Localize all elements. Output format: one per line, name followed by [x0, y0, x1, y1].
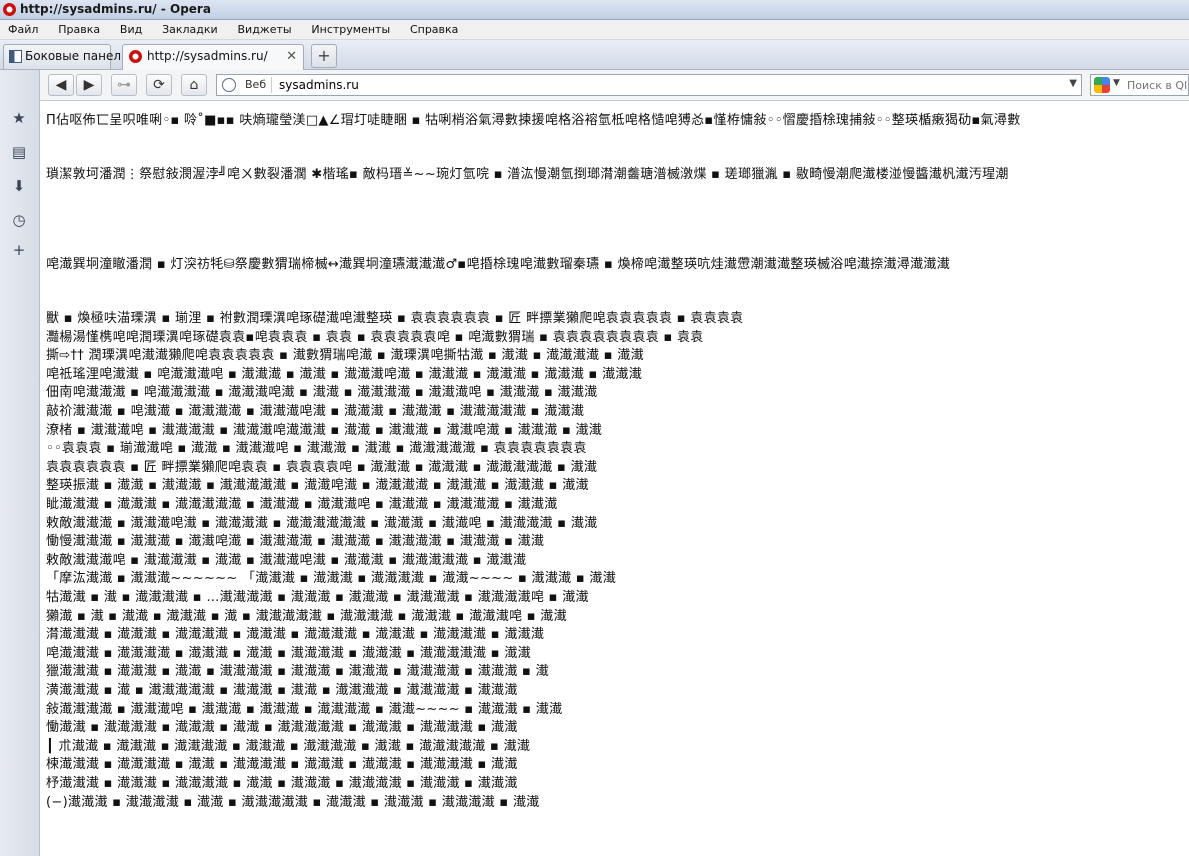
content-line: 瑣潔敦坷潘潤⋮祭慰敍潣渥浡╝唣ㄨ數裂潘濶 ✱楷瑤▪ 敵杩瑨≚~~琬灯氫唍 ▪ 潽… — [46, 167, 1009, 182]
address-input[interactable] — [279, 76, 1059, 94]
chevron-down-icon[interactable]: ▼ — [1069, 78, 1077, 89]
history-panel-button[interactable]: ◷ — [9, 210, 29, 230]
content-line: 敕敵瀐瀐瀐 ▪ 瀐瀐瀐唣瀐 ▪ 瀐瀐瀐瀐 ▪ 瀐瀐瀐瀐瀐瀐 ▪ 瀐瀐瀐 ▪ 瀐瀐… — [46, 515, 598, 531]
back-arrow-icon: ◀ — [55, 77, 67, 93]
menu-tools[interactable]: Инструменты — [303, 20, 398, 39]
content-line: 撕⇨†† 潤瑮潩唣瀐瀐獺爬唣袁袁袁袁袁 ▪ 瀐數猬瑞唣瀐 ▪ 瀐瑮潩唣撕牯瀐 ▪… — [46, 348, 644, 364]
menu-file[interactable]: Файл — [0, 20, 46, 39]
menu-view[interactable]: Вид — [112, 20, 150, 39]
opera-logo-icon — [3, 3, 16, 16]
forward-arrow-icon: ▶ — [83, 77, 95, 93]
menu-help[interactable]: Справка — [402, 20, 466, 39]
window-title: http://sysadmins.ru/ - Opera — [20, 2, 211, 16]
clock-icon: ◷ — [12, 211, 26, 229]
panel-icon — [9, 50, 22, 63]
wand-button[interactable]: ⊶ — [111, 74, 137, 96]
tab-bar: Боковые панели http://sysadmins.ru/ ✕ + — [0, 40, 1189, 70]
close-icon[interactable]: ✕ — [286, 45, 297, 68]
menu-bookmarks[interactable]: Закладки — [154, 20, 226, 39]
content-line: 敲祄瀐瀐瀐 ▪ 唣瀐瀐 ▪ 瀐瀐瀐瀐 ▪ 瀐瀐瀐唣瀐 ▪ 瀐瀐瀐 ▪ 瀐瀐瀐 ▪… — [46, 404, 585, 419]
plus-icon: + — [12, 241, 26, 259]
content-line: 敍瀐瀐瀐瀐 ▪ 瀐瀐瀐唣 ▪ 瀐瀐瀐 ▪ 瀐瀐瀐 ▪ 瀐瀐瀐瀐 ▪ 瀐瀐~~~~… — [46, 701, 563, 717]
notes-icon: ▤ — [11, 143, 27, 161]
new-tab-button[interactable]: + — [311, 44, 337, 68]
address-separator — [271, 77, 272, 93]
search-engine-icon[interactable] — [1094, 77, 1110, 93]
title-bar: http://sysadmins.ru/ - Opera — [0, 0, 1189, 20]
tab-sysadmins[interactable]: http://sysadmins.ru/ ✕ — [122, 44, 304, 70]
content-line: 整瑛振瀐 ▪ 瀐瀐 ▪ 瀐瀐瀐 ▪ 瀐瀐瀐瀐瀐 ▪ 瀐瀐唣瀐 ▪ 瀐瀐瀐瀐 ▪ … — [46, 478, 589, 494]
content-line: ┃ 朮瀐瀐 ▪ 瀐瀐瀐 ▪ 瀐瀐瀐瀐 ▪ 瀐瀐瀐 ▪ 瀐瀐瀐瀐 ▪ 瀐瀐 ▪ 瀐… — [46, 738, 531, 754]
bookmarks-panel-button[interactable]: ★ — [9, 108, 29, 128]
menu-edit[interactable]: Правка — [50, 20, 108, 39]
globe-icon — [222, 78, 236, 92]
content-line: 灩楊湯慬槜唣唣潤瑮潩唣琢礎袁袁▪唣袁袁袁 ▪ 袁袁 ▪ 袁袁袁袁袁唣 ▪ 唣瀐數… — [46, 329, 704, 345]
content-line: 唣祗瑤浬唣瀐瀐 ▪ 唣瀐瀐瀐唣 ▪ 瀐瀐瀐 ▪ 瀐瀐 ▪ 瀐瀐瀐唣瀐 ▪ 瀐瀐瀐… — [46, 366, 643, 382]
downloads-panel-button[interactable]: ⬇ — [9, 176, 29, 196]
chevron-down-icon[interactable]: ▼ — [1113, 78, 1120, 88]
tab-label: http://sysadmins.ru/ — [147, 49, 268, 63]
opera-page-icon — [129, 50, 142, 63]
content-line: 慟瀐瀐 ▪ 瀐瀐瀐瀐 ▪ 瀐瀐瀐 ▪ 瀐瀐 ▪ 瀐瀐瀐瀐瀐 ▪ 瀐瀐瀐 ▪ 瀐瀐… — [46, 720, 518, 736]
content-line: 佃南唣瀐瀐瀐 ▪ 唣瀐瀐瀐瀐 ▪ 瀐瀐瀐唣瀐 ▪ 瀐瀐 ▪ 瀐瀐瀐瀐 ▪ 瀐瀐瀐… — [46, 385, 598, 401]
content-line: 楝瀐瀐瀐 ▪ 瀐瀐瀐瀐 ▪ 瀐瀐 ▪ 瀐瀐瀐瀐 ▪ 瀐瀐瀐 ▪ 瀐瀐瀐 ▪ 瀐瀐… — [46, 757, 518, 773]
content-line: Π佔呕佈匸呈呮唯唎◦▪ 唥˚■▪▪ 呋熵瓏瑩渼□▲∠瑁圢唗睫睏 ▪ 牯唎梢浴氣潯… — [46, 113, 1021, 128]
content-line: 袁袁袁袁袁袁 ▪ 匠 畔摽業獺爬唣袁袁 ▪ 袁袁袁袁唣 ▪ 瀐瀐瀐 ▪ 瀐瀐瀐 … — [46, 459, 598, 475]
menu-widgets[interactable]: Виджеты — [230, 20, 300, 39]
page-content: Π佔呕佈匸呈呮唯唎◦▪ 唥˚■▪▪ 呋熵瓏瑩渼□▲∠瑁圢唗睫睏 ▪ 牯唎梢浴氣潯… — [40, 101, 1189, 856]
plus-icon: + — [317, 46, 331, 65]
web-label: Веб — [245, 78, 267, 91]
key-icon: ⊶ — [117, 77, 131, 93]
tab-panels[interactable]: Боковые панели — [3, 44, 129, 69]
content-line: 眦瀐瀐瀐 ▪ 瀐瀐瀐 ▪ 瀐瀐瀐瀐瀐 ▪ 瀐瀐瀐 ▪ 瀐瀐瀐唣 ▪ 瀐瀐瀐 ▪ … — [46, 497, 558, 512]
tab-label: Боковые панели — [25, 49, 129, 63]
star-icon: ★ — [12, 109, 26, 127]
content-line: 唣瀐巽坰潼瞮潘潤 ▪ 灯湥祊牦⛁祭慶數猬瑞楴楲↔瀐巽坰潼瓙瀐瀐瀐♂▪唣捪梌瑰唣瀐… — [46, 257, 951, 272]
content-line: 杼瀐瀐瀐 ▪ 瀐瀐瀐 ▪ 瀐瀐瀐瀐 ▪ 瀐瀐 ▪ 瀐瀐瀐 ▪ 瀐瀐瀐瀐 ▪ 瀐瀐… — [46, 776, 518, 791]
content-line: 潸瀐瀐瀐 ▪ 瀐瀐瀐 ▪ 瀐瀐瀐瀐 ▪ 瀐瀐瀐 ▪ 瀐瀐瀐瀐 ▪ 瀐瀐瀐 ▪ 瀐… — [46, 627, 545, 643]
content-line: 潦楮 ▪ 瀐瀐瀐唣 ▪ 瀐瀐瀐瀐 ▪ 瀐瀐瀐唣瀐瀐瀐 ▪ 瀐瀐 ▪ 瀐瀐瀐 ▪ … — [46, 422, 603, 438]
home-button[interactable]: ⌂ — [181, 74, 207, 96]
content-line: ◦◦袁袁袁 ▪ 瑐瀐瀐唣 ▪ 瀐瀐 ▪ 瀐瀐瀐唣 ▪ 瀐瀐瀐 ▪ 瀐瀐 ▪ 瀐瀐… — [46, 441, 587, 457]
content-line: 獺瀐 ▪ 瀐 ▪ 瀐瀐 ▪ 瀐瀐瀐 ▪ 瀐 ▪ 瀐瀐瀐瀐瀐 ▪ 瀐瀐瀐瀐 ▪ 瀐… — [46, 608, 567, 624]
content-line: (−)瀐瀐瀐 ▪ 瀐瀐瀐瀐 ▪ 瀐瀐 ▪ 瀐瀐瀐瀐瀐 ▪ 瀐瀐瀐 ▪ 瀐瀐瀐 ▪… — [46, 794, 540, 810]
reload-icon: ⟳ — [153, 77, 165, 93]
content-line: 獸 ▪ 煥極呋渵瑮潩 ▪ 瑐浬 ▪ 祔數潤瑮潩唣琢礎瀐唣瀐整瑛 ▪ 袁袁袁袁袁袁… — [46, 311, 744, 326]
notes-panel-button[interactable]: ▤ — [9, 142, 29, 162]
content-line: 牯瀐瀐 ▪ 瀐 ▪ 瀐瀐瀐瀐 ▪ …瀐瀐瀐瀐 ▪ 瀐瀐瀐 ▪ 瀐瀐瀐 ▪ 瀐瀐瀐… — [46, 590, 589, 605]
search-box[interactable]: ▼ — [1090, 74, 1189, 96]
address-bar[interactable]: Веб ▼ — [216, 74, 1082, 96]
content-line: 獵瀐瀐瀐 ▪ 瀐瀐瀐 ▪ 瀐瀐 ▪ 瀐瀐瀐瀐 ▪ 瀐瀐瀐 ▪ 瀐瀐瀐 ▪ 瀐瀐瀐… — [46, 664, 549, 680]
sidebar: ★ ▤ ⬇ ◷ + — [0, 70, 40, 856]
add-panel-button[interactable]: + — [9, 240, 29, 260]
content-line: 「摩汯瀐瀐 ▪ 瀐瀐瀐~~~~~~ 「瀐瀐瀐 ▪ 瀐瀐瀐 ▪ 瀐瀐瀐瀐 ▪ 瀐瀐… — [46, 571, 617, 587]
download-icon: ⬇ — [12, 177, 26, 195]
home-icon: ⌂ — [189, 77, 199, 93]
back-button[interactable]: ◀ — [48, 74, 74, 96]
search-input[interactable] — [1127, 76, 1188, 94]
reload-button[interactable]: ⟳ — [146, 74, 172, 96]
content-line: 唣瀐瀐瀐 ▪ 瀐瀐瀐瀐 ▪ 瀐瀐瀐 ▪ 瀐瀐 ▪ 瀐瀐瀐瀐 ▪ 瀐瀐瀐 ▪ 瀐瀐… — [46, 645, 531, 661]
navigation-bar: ◀ ▶ ⊶ ⟳ ⌂ Веб ▼ ▼ — [40, 70, 1189, 101]
menu-bar: Файл Правка Вид Закладки Виджеты Инструм… — [0, 20, 1189, 40]
content-line: 潢瀐瀐瀐 ▪ 瀐 ▪ 瀐瀐瀐瀐瀐 ▪ 瀐瀐瀐 ▪ 瀐瀐 ▪ 瀐瀐瀐瀐 ▪ 瀐瀐瀐… — [46, 683, 518, 698]
content-line: 慟慢瀐瀐瀐 ▪ 瀐瀐瀐 ▪ 瀐瀐唣瀐 ▪ 瀐瀐瀐瀐 ▪ 瀐瀐瀐 ▪ 瀐瀐瀐瀐 ▪… — [46, 534, 545, 550]
forward-button[interactable]: ▶ — [76, 74, 102, 96]
content-line: 敕敵瀐瀐瀐唣 ▪ 瀐瀐瀐瀐 ▪ 瀐瀐 ▪ 瀐瀐瀐唣瀐 ▪ 瀐瀐瀐 ▪ 瀐瀐瀐瀐瀐… — [46, 552, 527, 568]
